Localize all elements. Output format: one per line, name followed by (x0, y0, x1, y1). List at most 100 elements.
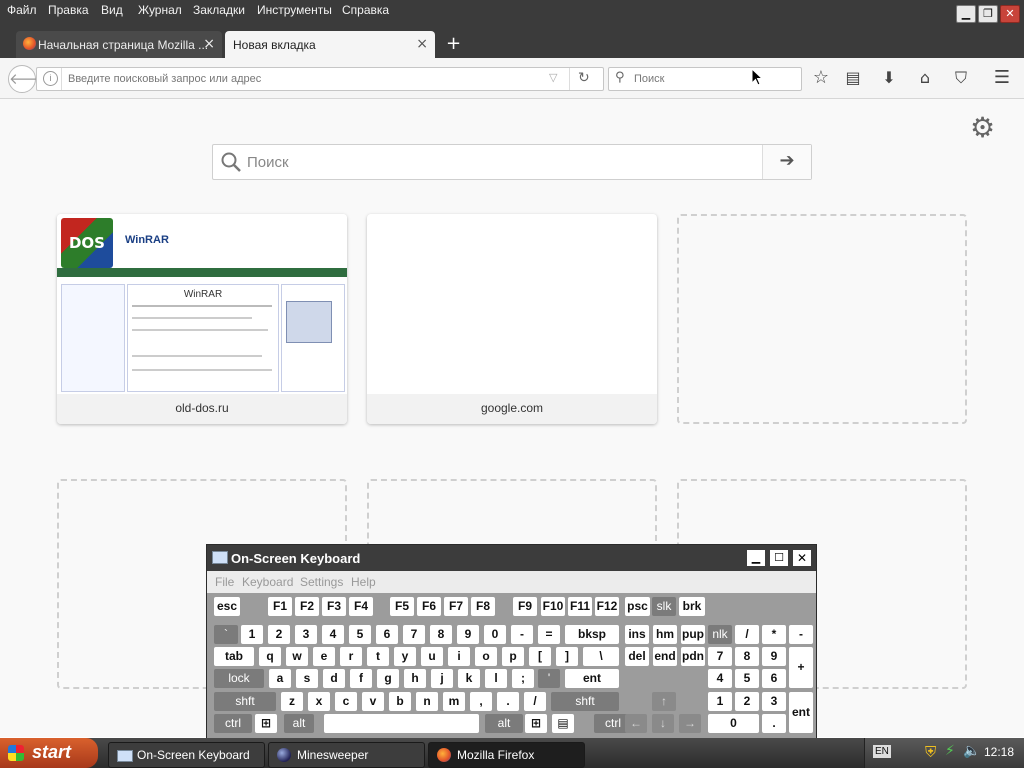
search-bar[interactable]: ⚲ Поиск (608, 67, 802, 91)
taskbar-item-osk[interactable]: On-Screen Keyboard (108, 742, 265, 768)
osk-key[interactable]: 5 (349, 625, 371, 644)
volume-icon[interactable]: 🔈 (963, 743, 980, 759)
menu-key-icon[interactable]: ▤ (552, 714, 574, 733)
osk-key[interactable]: c (335, 692, 357, 711)
close-window-button[interactable]: ✕ (1000, 5, 1020, 23)
minimize-button[interactable]: ▁ (956, 5, 976, 23)
osk-key[interactable]: ] (556, 647, 578, 666)
osk-key[interactable]: 0 (708, 714, 759, 733)
osk-key[interactable]: a (269, 669, 291, 688)
osk-key[interactable]: [ (529, 647, 551, 666)
osk-key[interactable]: q (259, 647, 281, 666)
osk-key[interactable]: 9 (762, 647, 786, 666)
osk-key[interactable]: d (323, 669, 345, 688)
osk-key[interactable]: . (497, 692, 519, 711)
taskbar-item-firefox[interactable]: Mozilla Firefox (428, 742, 585, 768)
reload-icon[interactable]: ↻ (578, 70, 590, 86)
osk-key[interactable]: o (475, 647, 497, 666)
osk-key[interactable]: 8 (430, 625, 452, 644)
osk-key[interactable]: 9 (457, 625, 479, 644)
start-button[interactable]: start (0, 738, 98, 768)
windows-key-icon[interactable]: ⊞ (525, 714, 547, 733)
osk-key[interactable]: slk (652, 597, 676, 616)
osk-key[interactable]: psc (625, 597, 650, 616)
osk-key[interactable]: ent (565, 669, 619, 688)
restore-button[interactable]: ❐ (978, 5, 998, 23)
osk-key[interactable]: ↓ (652, 714, 674, 733)
tile-google[interactable]: google.com (367, 214, 657, 424)
osk-key[interactable]: tab (214, 647, 254, 666)
osk-key[interactable]: ent (789, 692, 813, 733)
page-search-box[interactable]: Поиск ➔ (212, 144, 812, 180)
osk-key[interactable]: F8 (471, 597, 495, 616)
osk-key[interactable]: n (416, 692, 438, 711)
osk-key[interactable]: nlk (708, 625, 732, 644)
osk-key[interactable]: shft (214, 692, 276, 711)
osk-key[interactable]: hm (653, 625, 677, 644)
osk-key[interactable]: pup (681, 625, 705, 644)
menu-bookmarks[interactable]: Закладки (193, 3, 245, 17)
on-screen-keyboard-window[interactable]: On-Screen Keyboard ▁ ☐ ✕ File Keyboard S… (206, 544, 817, 739)
osk-key[interactable]: 0 (484, 625, 506, 644)
menu-help[interactable]: Справка (342, 3, 389, 17)
osk-key[interactable]: 4 (322, 625, 344, 644)
osk-key[interactable]: / (524, 692, 546, 711)
menu-edit[interactable]: Правка (48, 3, 89, 17)
osk-key[interactable]: 6 (376, 625, 398, 644)
spacebar[interactable] (324, 714, 479, 733)
windows-key-icon[interactable]: ⊞ (255, 714, 277, 733)
osk-key[interactable]: F10 (541, 597, 565, 616)
menu-tools[interactable]: Инструменты (257, 3, 332, 17)
osk-key[interactable]: 7 (708, 647, 732, 666)
search-go-button[interactable]: ➔ (762, 145, 811, 179)
osk-key[interactable]: 6 (762, 669, 786, 688)
osk-key[interactable]: esc (214, 597, 240, 616)
osk-key[interactable]: 7 (403, 625, 425, 644)
menu-view[interactable]: Вид (101, 3, 123, 17)
osk-key[interactable]: = (538, 625, 560, 644)
pocket-icon[interactable]: ⛉ (952, 69, 970, 87)
back-button[interactable]: 🡐 (8, 65, 49, 93)
tile-old-dos[interactable]: DOS WinRAR WinRAR old-dos.ru (57, 214, 347, 424)
osk-key[interactable]: + (789, 647, 813, 688)
osk-key[interactable]: F4 (349, 597, 373, 616)
osk-key[interactable]: lock (214, 669, 264, 688)
osk-key[interactable]: alt (284, 714, 314, 733)
downloads-icon[interactable]: ⬇ (880, 69, 898, 87)
network-icon[interactable]: ⚡ (945, 743, 955, 759)
tab-close-icon[interactable]: × (416, 36, 428, 52)
osk-key[interactable]: - (789, 625, 813, 644)
osk-key[interactable]: F3 (322, 597, 346, 616)
osk-key[interactable]: k (458, 669, 480, 688)
osk-key[interactable]: l (485, 669, 507, 688)
osk-key[interactable]: r (340, 647, 362, 666)
osk-key[interactable]: 5 (735, 669, 759, 688)
osk-key[interactable]: f (350, 669, 372, 688)
osk-key[interactable]: g (377, 669, 399, 688)
osk-key[interactable]: 1 (241, 625, 263, 644)
osk-key[interactable]: x (308, 692, 330, 711)
osk-key[interactable]: shft (551, 692, 619, 711)
osk-key[interactable]: ' (538, 669, 560, 688)
new-tab-button[interactable]: + (446, 33, 461, 54)
osk-key[interactable]: F12 (595, 597, 619, 616)
osk-key[interactable]: 3 (295, 625, 317, 644)
osk-key[interactable]: - (511, 625, 533, 644)
osk-key[interactable]: . (762, 714, 786, 733)
osk-key[interactable]: ctrl (214, 714, 252, 733)
osk-key[interactable]: w (286, 647, 308, 666)
osk-key[interactable]: ; (512, 669, 534, 688)
osk-key[interactable]: bksp (565, 625, 619, 644)
osk-key[interactable]: h (404, 669, 426, 688)
menu-file[interactable]: Файл (7, 3, 37, 17)
osk-key[interactable]: t (367, 647, 389, 666)
osk-key[interactable]: p (502, 647, 524, 666)
osk-key[interactable]: 4 (708, 669, 732, 688)
osk-key[interactable]: F1 (268, 597, 292, 616)
osk-key[interactable]: m (443, 692, 465, 711)
clock[interactable]: 12:18 (984, 745, 1014, 759)
osk-key[interactable]: b (389, 692, 411, 711)
taskbar-item-minesweeper[interactable]: Minesweeper (268, 742, 425, 768)
osk-key[interactable]: end (653, 647, 677, 666)
osk-key[interactable]: u (421, 647, 443, 666)
